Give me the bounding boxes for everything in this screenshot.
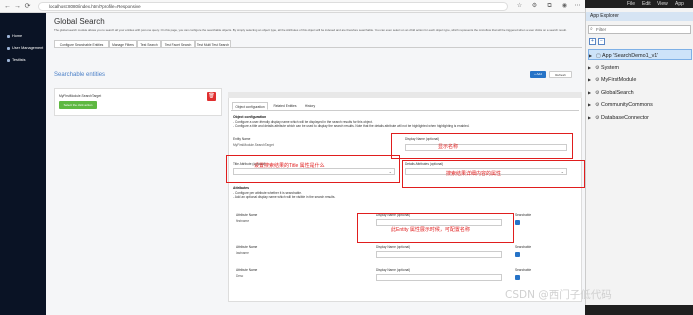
menu-view[interactable]: View — [657, 0, 668, 8]
attribute-name-value: firstname — [236, 219, 250, 223]
object-config-title: Object configuration — [233, 115, 267, 119]
annotation-details-attr: 搜索结果详细内容的属性 — [446, 171, 502, 177]
more-icon[interactable]: ⋯ — [573, 2, 582, 11]
entity-name-label: Entity Name — [233, 137, 251, 141]
annotation-display-name: 显示名称 — [438, 144, 459, 150]
section-title: Searchable entities — [54, 72, 106, 78]
attribute-name-label: Attribute Name — [236, 268, 258, 272]
refresh-icon[interactable]: ⟳ — [23, 2, 32, 11]
searchable-checkbox[interactable] — [515, 220, 520, 225]
annotation-box-display-name — [391, 133, 573, 159]
annotation-entity-attr: 此Entity 属性展示时候，可配置名称 — [391, 227, 470, 233]
refresh-button[interactable]: Refresh — [549, 71, 572, 78]
menu-edit[interactable]: Edit — [642, 0, 651, 8]
attribute-name-value: Desc — [236, 274, 244, 278]
back-icon[interactable]: ← — [3, 2, 12, 11]
object-config-line2: - Configure a title and details attribut… — [233, 124, 470, 128]
searchable-label: Searchable — [515, 213, 532, 217]
searchable-label: Searchable — [515, 268, 532, 272]
entity-name: MyFirstModule.SearchTarget — [59, 94, 102, 98]
chevron-right-icon: ▶ — [588, 115, 592, 120]
tab-divider — [54, 47, 582, 48]
tab-related-entities[interactable]: Related Entities — [270, 102, 300, 110]
page-description: The global search module allows you to s… — [54, 28, 567, 32]
attribute-display-input[interactable] — [376, 251, 502, 258]
extensions-icon[interactable]: ⚙ — [530, 2, 539, 11]
searchable-checkbox[interactable] — [515, 275, 520, 280]
searchable-label: Searchable — [515, 245, 532, 249]
app-explorer-panel — [585, 0, 693, 315]
collapse-all-icon[interactable]: − — [598, 38, 605, 45]
chevron-right-icon: ▶ — [589, 53, 593, 58]
search-icon: ⌕ — [590, 26, 593, 32]
expand-all-icon[interactable]: + — [589, 38, 596, 45]
address-bar[interactable]: localhost:8080/index.html?profile=Respon… — [38, 2, 508, 11]
subtab-divider — [231, 110, 579, 111]
chevron-right-icon: ▶ — [588, 65, 592, 70]
tree-item-communitycommons[interactable]: ▶ ⚙ CommunityCommons — [588, 99, 692, 110]
sidebar-item-label: Testlists — [12, 58, 26, 62]
tree-item-myfirstmodule[interactable]: ▶ ⚙ MyFirstModule — [588, 74, 692, 85]
taskbar — [585, 305, 693, 315]
attribute-display-label: Display Name (optional) — [376, 245, 411, 249]
sidebar-item-testlists[interactable]: Testlists — [0, 54, 46, 66]
chevron-right-icon: ▶ — [588, 77, 592, 82]
favorite-icon[interactable]: ☆ — [515, 2, 524, 11]
sidebar-item-label: Home — [12, 34, 23, 38]
home-icon — [7, 34, 10, 38]
annotation-title-attr: 设置搜索结果的Title 属性是什么 — [254, 163, 325, 169]
watermark: CSDN @西门子低代码 — [505, 289, 612, 301]
menu-file[interactable]: File — [627, 0, 635, 8]
attribute-name-label: Attribute Name — [236, 245, 258, 249]
list-icon — [7, 58, 10, 62]
annotation-box-title-attr — [226, 155, 400, 183]
chevron-right-icon: ▶ — [588, 90, 592, 95]
entity-name-value: MyFirstModule.SearchTarget — [233, 143, 274, 147]
tree-item-system[interactable]: ▶ ⚙ System — [588, 62, 692, 73]
select-click-action-button[interactable]: Select the click action — [59, 101, 97, 109]
attributes-title: Attributes — [233, 186, 250, 190]
attribute-name-value: lastname — [236, 251, 249, 255]
attributes-line2: - Add an optional display name which wil… — [233, 195, 336, 199]
menu-app[interactable]: App — [675, 0, 684, 8]
searchable-checkbox[interactable] — [515, 252, 520, 257]
app-explorer-title: App Explorer — [586, 12, 693, 21]
tree-item-databaseconnector[interactable]: ▶ ⚙ DatabaseConnector — [588, 112, 692, 123]
users-icon — [7, 46, 10, 50]
collections-icon[interactable]: ⧉ — [545, 2, 554, 11]
chevron-right-icon: ▶ — [588, 102, 592, 107]
tree-item-app[interactable]: ▶ ▢App 'SearchDemo1_v1' — [588, 49, 692, 60]
tree-item-globalsearch[interactable]: ▶ ⚙ GlobalSearch — [588, 87, 692, 98]
trash-icon[interactable]: 🗑 — [207, 92, 216, 101]
sidebar-item-home[interactable]: Home — [0, 30, 46, 42]
attribute-display-input[interactable] — [376, 274, 502, 281]
page-title: Global Search — [54, 17, 105, 26]
tab-history[interactable]: History — [302, 102, 318, 110]
attribute-name-label: Attribute Name — [236, 213, 258, 217]
detail-panel-header — [228, 92, 582, 98]
sidebar-item-user-management[interactable]: User Management — [0, 42, 46, 54]
filter-input[interactable]: Filter — [588, 25, 691, 34]
attribute-display-label: Display Name (optional) — [376, 268, 411, 272]
profile-icon[interactable]: ◉ — [560, 2, 569, 11]
forward-icon[interactable]: → — [13, 2, 22, 11]
sidebar-item-label: User Management — [12, 46, 44, 50]
add-button[interactable]: + Add — [530, 71, 546, 78]
tab-object-configuration[interactable]: Object configuration — [232, 102, 268, 110]
